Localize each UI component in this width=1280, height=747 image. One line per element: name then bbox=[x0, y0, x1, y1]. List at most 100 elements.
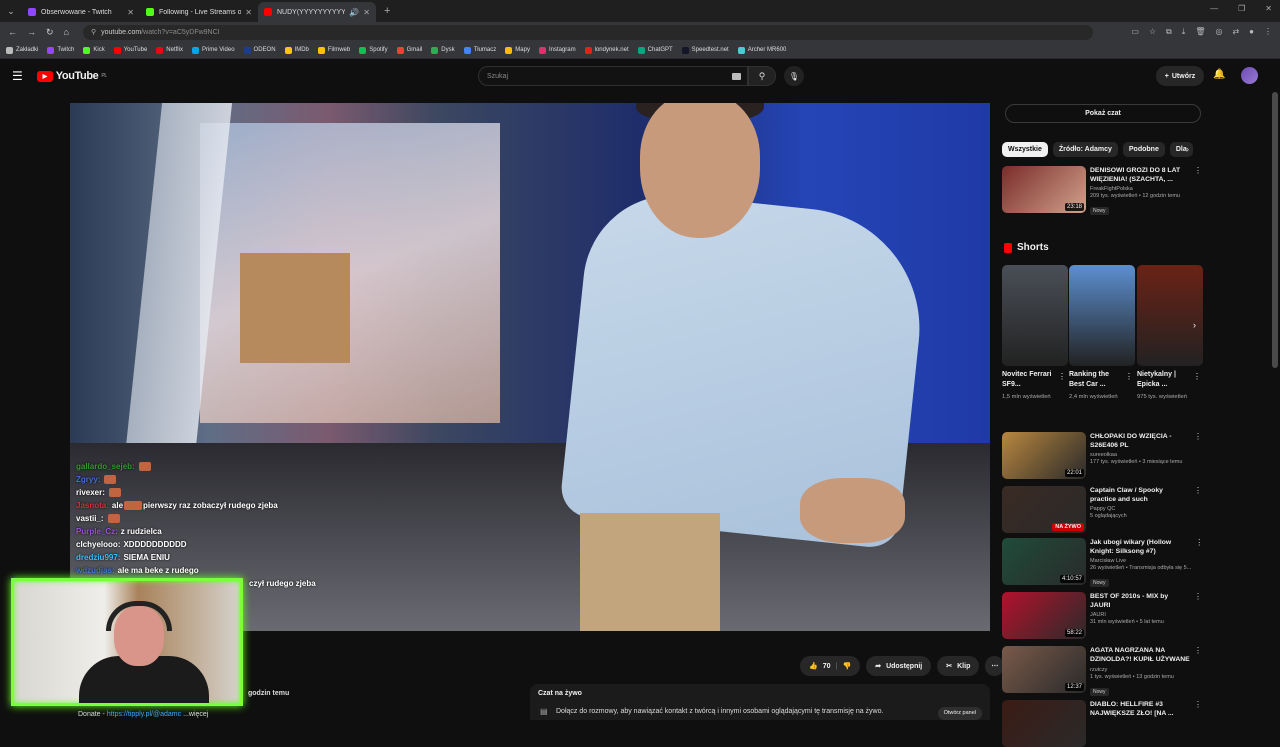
translate-icon[interactable]: ⇄ bbox=[1232, 27, 1239, 37]
bookmark-item[interactable]: YouTube bbox=[113, 46, 147, 54]
create-button[interactable]: + Utwórz bbox=[1156, 66, 1204, 86]
more-vert-icon[interactable]: ⋮ bbox=[1194, 592, 1202, 639]
filter-chip[interactable]: Dla bbox=[1169, 142, 1193, 157]
bookmark-item[interactable]: Prime Video bbox=[191, 46, 235, 54]
channel-name[interactable]: FreakFightPolska bbox=[1090, 186, 1190, 192]
minimize-icon[interactable]: — bbox=[1210, 4, 1218, 13]
extensions-icon[interactable]: ⧉ bbox=[1166, 27, 1172, 37]
keyboard-icon[interactable] bbox=[732, 73, 741, 80]
browser-tab-twitch[interactable]: Obserwowane - Twitch ✕ bbox=[22, 2, 140, 22]
home-icon[interactable]: ⌂ bbox=[64, 27, 69, 38]
video-title[interactable]: CHŁOPAKI DO WZIĘCIA - S26E406 PL bbox=[1090, 432, 1190, 450]
more-vert-icon[interactable]: ⋮ bbox=[1194, 432, 1202, 479]
more-vert-icon[interactable]: ⋮ bbox=[1193, 372, 1201, 381]
video-title[interactable]: Captain Claw / Spooky practice and such bbox=[1090, 486, 1190, 504]
video-thumbnail[interactable]: 58:22 bbox=[1002, 592, 1086, 639]
donate-link[interactable]: https://tipply.pl/@adamc bbox=[107, 711, 181, 718]
back-icon[interactable]: ← bbox=[8, 27, 17, 38]
filter-chip[interactable]: Źródło: Adamcy bbox=[1052, 142, 1118, 157]
bookmark-item[interactable]: ChatGPT bbox=[637, 46, 673, 54]
trash-icon[interactable]: 🗑 bbox=[1195, 27, 1205, 37]
recommended-video[interactable]: NA ŻYWO Captain Claw / Spooky practice an… bbox=[1002, 486, 1202, 533]
new-tab-button[interactable]: + bbox=[384, 5, 390, 17]
recommended-video[interactable]: DIABLO: HELLFIRE #3 NAJWIĘKSZE ZŁO! [NA … bbox=[1002, 700, 1202, 747]
avatar[interactable] bbox=[1241, 67, 1258, 84]
open-panel-button[interactable]: Otwórz panel bbox=[937, 707, 982, 720]
thumbs-up-icon[interactable]: 👍 bbox=[809, 662, 818, 670]
short-thumbnail[interactable] bbox=[1137, 265, 1203, 366]
download-icon[interactable]: ⤓ bbox=[1182, 27, 1186, 37]
more-vert-icon[interactable]: ⋮ bbox=[1194, 700, 1202, 747]
short-title[interactable]: Nietykalny | Epicka ... bbox=[1137, 370, 1189, 390]
search-input[interactable]: Szukaj bbox=[478, 66, 748, 86]
video-thumbnail[interactable]: NA ŻYWO bbox=[1002, 486, 1086, 533]
bookmark-item[interactable]: Dysk bbox=[431, 46, 455, 54]
close-tab-icon[interactable]: ✕ bbox=[127, 8, 134, 17]
bookmark-item[interactable]: Instagram bbox=[538, 46, 576, 54]
video-thumbnail[interactable]: 23:18 bbox=[1002, 166, 1086, 213]
channel-name[interactable]: JAURI bbox=[1090, 612, 1190, 618]
recommended-video[interactable]: 12:37 AGATA NAGRZANA NA DZINOLDA?! KUPIŁ … bbox=[1002, 646, 1202, 698]
menu-icon[interactable]: ☰ bbox=[12, 69, 23, 83]
vpn-icon[interactable]: ◎ bbox=[1215, 27, 1222, 37]
url-bar[interactable]: ⚲ youtube.com/watch?v=aC5yDFw9NCI bbox=[82, 24, 1093, 40]
channel-name[interactable]: Pappy QC bbox=[1090, 506, 1190, 512]
short-item[interactable]: Novitec Ferrari SF9... 1,5 mln wyświetleń… bbox=[1002, 265, 1068, 402]
channel-name[interactable]: Marcisław Live bbox=[1090, 558, 1191, 564]
video-title[interactable]: DENISOWI GROZI DO 8 LAT WIĘZIENIA! (SZAC… bbox=[1090, 166, 1190, 184]
thumbs-down-icon[interactable]: 👎 bbox=[842, 662, 851, 670]
show-chat-button[interactable]: Pokaż czat bbox=[1005, 104, 1201, 123]
video-thumbnail[interactable]: 12:37 bbox=[1002, 646, 1086, 693]
more-vert-icon[interactable]: ⋮ bbox=[1058, 372, 1066, 381]
bookmark-item[interactable]: Filmweb bbox=[317, 46, 350, 54]
video-title[interactable]: DIABLO: HELLFIRE #3 NAJWIĘKSZE ZŁO! [NA … bbox=[1090, 700, 1190, 718]
more-vert-icon[interactable]: ⋮ bbox=[1194, 646, 1202, 698]
bell-icon[interactable]: 🔔 bbox=[1213, 69, 1225, 80]
short-item[interactable]: Nietykalny | Epicka ... 975 tys. wyświetl… bbox=[1137, 265, 1203, 402]
tab-search-icon[interactable]: ⌄ bbox=[0, 0, 22, 22]
bookmark-item[interactable]: Kick bbox=[83, 46, 105, 54]
search-button[interactable]: ⚲ bbox=[748, 66, 776, 86]
show-more-link[interactable]: ...więcej bbox=[183, 711, 208, 718]
more-vert-icon[interactable]: ⋮ bbox=[1194, 486, 1202, 533]
close-tab-icon[interactable]: ✕ bbox=[245, 8, 252, 17]
short-title[interactable]: Novitec Ferrari SF9... bbox=[1002, 370, 1054, 390]
scrollbar[interactable] bbox=[1272, 92, 1278, 368]
short-item[interactable]: Ranking the Best Car ... 2,4 mln wyświetl… bbox=[1069, 265, 1135, 402]
short-title[interactable]: Ranking the Best Car ... bbox=[1069, 370, 1121, 390]
recommended-video[interactable]: 4:10:57 Jak ubogi wikary (Hollow Knight: … bbox=[1002, 538, 1203, 589]
channel-name[interactable]: rzutczy bbox=[1090, 667, 1190, 673]
bookmark-item[interactable]: Tłumacz bbox=[463, 46, 496, 54]
channel-name[interactable]: sureeolkaa bbox=[1090, 452, 1190, 458]
clip-button[interactable]: ✂ Klip bbox=[937, 656, 980, 676]
more-vert-icon[interactable]: ⋮ bbox=[1125, 372, 1133, 381]
share-button[interactable]: ➦ Udostępnij bbox=[866, 656, 932, 676]
shorts-next-icon[interactable]: › bbox=[1193, 320, 1196, 330]
reload-icon[interactable]: ↻ bbox=[46, 27, 54, 38]
forward-icon[interactable]: → bbox=[27, 27, 36, 38]
profile-icon[interactable]: ● bbox=[1249, 27, 1254, 37]
bookmark-item[interactable]: Gmail bbox=[396, 46, 422, 54]
bookmark-item[interactable]: Twitch bbox=[47, 46, 74, 54]
close-tab-icon[interactable]: ✕ bbox=[363, 8, 370, 17]
voice-search-button[interactable]: 🎙 bbox=[784, 66, 804, 86]
more-vert-icon[interactable]: ⋮ bbox=[1195, 538, 1203, 589]
recommended-video[interactable]: 58:22 BEST OF 2010s - MIX by JAURI JAURI 31… bbox=[1002, 592, 1202, 639]
like-dislike-button[interactable]: 👍 70 | 👎 bbox=[800, 656, 861, 676]
video-title[interactable]: BEST OF 2010s - MIX by JAURI bbox=[1090, 592, 1190, 610]
video-thumbnail[interactable]: 4:10:57 bbox=[1002, 538, 1086, 585]
bookmark-item[interactable]: Speedtest.net bbox=[681, 46, 729, 54]
star-icon[interactable]: ☆ bbox=[1149, 27, 1156, 37]
maximize-icon[interactable]: ❐ bbox=[1238, 4, 1245, 13]
more-vert-icon[interactable]: ⋮ bbox=[1194, 166, 1202, 217]
chevron-right-icon[interactable]: › bbox=[1186, 144, 1189, 154]
filter-chip[interactable]: Podobne bbox=[1122, 142, 1165, 157]
browser-menu-icon[interactable]: ⋮ bbox=[1264, 27, 1272, 37]
youtube-logo[interactable]: ▶ YouTube PL bbox=[36, 70, 107, 82]
bookmark-item[interactable]: londynek.net bbox=[584, 46, 629, 54]
bookmark-item[interactable]: Spotify bbox=[359, 46, 388, 54]
bookmark-item[interactable]: IMDb bbox=[284, 46, 309, 54]
bookmark-item[interactable]: Zakładki bbox=[6, 46, 38, 54]
bookmark-item[interactable]: Mapy bbox=[505, 46, 530, 54]
close-window-icon[interactable]: ✕ bbox=[1265, 4, 1272, 13]
